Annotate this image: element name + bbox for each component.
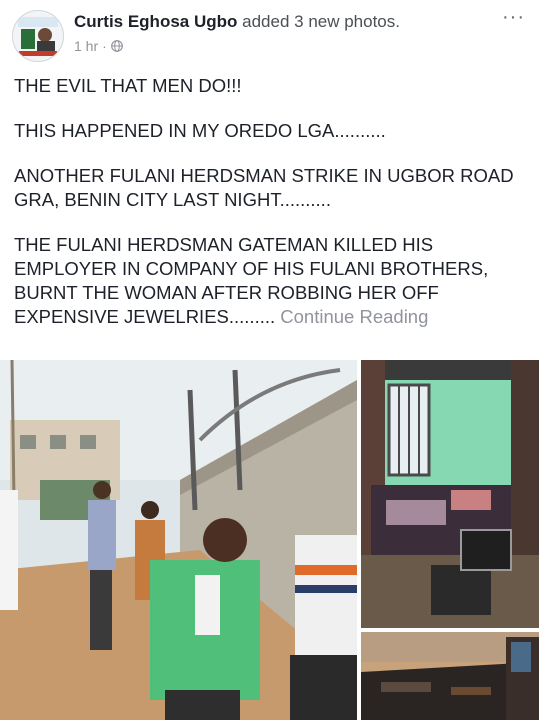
globe-icon xyxy=(110,40,123,52)
author-name[interactable]: Curtis Eghosa Ugbo xyxy=(74,12,237,31)
photo-grid xyxy=(0,360,539,720)
post-meta: 1 hr · xyxy=(74,38,123,54)
photo-burnt-room[interactable] xyxy=(361,360,539,628)
post-text: THE EVIL THAT MEN DO!!! THIS HAPPENED IN… xyxy=(14,74,529,350)
post-paragraph: THIS HAPPENED IN MY OREDO LGA.......... xyxy=(14,120,386,141)
avatar-image xyxy=(13,11,63,61)
author-line: Curtis Eghosa Ugbo added 3 new photos. xyxy=(74,12,400,32)
post-paragraph: THE FULANI HERDSMAN GATEMAN KILLED HIS E… xyxy=(14,233,529,329)
more-options-icon[interactable]: ··· xyxy=(502,6,525,29)
post-action: added 3 new photos. xyxy=(242,12,400,31)
post-paragraph: ANOTHER FULANI HERDSMAN STRIKE IN UGBOR … xyxy=(14,165,514,210)
post-header: Curtis Eghosa Ugbo added 3 new photos. 1… xyxy=(0,0,539,64)
post-paragraph: THE EVIL THAT MEN DO!!! xyxy=(14,75,242,96)
continue-reading-link[interactable]: Continue Reading xyxy=(280,306,428,327)
meta-separator: · xyxy=(102,38,107,54)
photo-street-scene[interactable] xyxy=(0,360,357,720)
post-time[interactable]: 1 hr xyxy=(74,38,98,54)
photo-burnt-debris[interactable] xyxy=(361,632,539,720)
avatar[interactable] xyxy=(12,10,64,62)
